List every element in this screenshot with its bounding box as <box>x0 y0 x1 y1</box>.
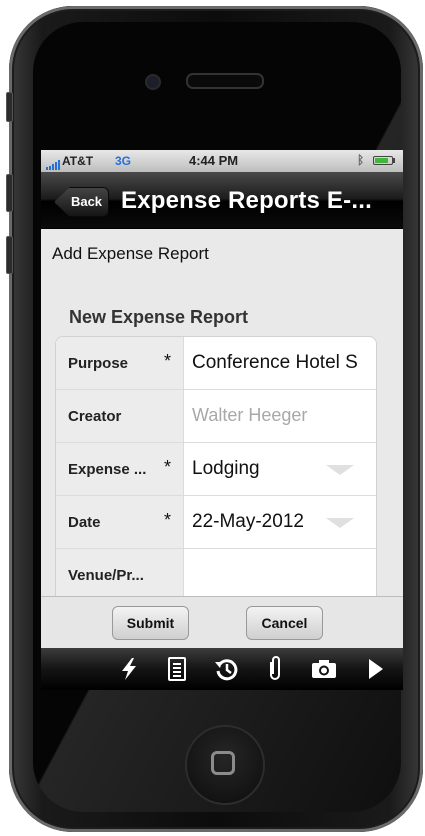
date-label-cell: Date * <box>56 496 184 548</box>
mute-switch <box>6 92 13 122</box>
home-square-icon <box>211 751 235 775</box>
creator-label-cell: Creator <box>56 390 184 442</box>
required-marker: * <box>164 510 172 530</box>
back-button[interactable]: Back <box>54 187 109 217</box>
navigation-bar: Back Expense Reports E-... <box>41 172 403 229</box>
expense-report-form: Purpose * Conference Hotel S Creator Wal… <box>55 336 377 628</box>
cancel-button[interactable]: Cancel <box>246 606 323 640</box>
venue-label-cell: Venue/Pr... <box>56 549 184 601</box>
venue-label: Venue/Pr... <box>68 567 144 584</box>
chevron-down-icon[interactable] <box>326 465 354 475</box>
creator-label: Creator <box>68 408 122 425</box>
paperclip-icon[interactable] <box>261 656 289 682</box>
carrier-name: AT&T <box>62 154 94 168</box>
page-heading: Add Expense Report <box>52 244 209 263</box>
expense-type-row[interactable]: Expense ... * Lodging <box>56 443 376 496</box>
purpose-row[interactable]: Purpose * Conference Hotel S <box>56 337 376 390</box>
home-button[interactable] <box>185 725 265 805</box>
volume-down-button <box>6 236 13 274</box>
camera-icon[interactable] <box>310 656 338 682</box>
required-marker: * <box>164 457 172 477</box>
battery-icon <box>373 156 393 165</box>
history-icon[interactable] <box>213 656 241 682</box>
earpiece-speaker <box>186 73 264 89</box>
creator-field: Walter Heeger <box>192 405 308 425</box>
section-title: New Expense Report <box>69 307 249 327</box>
action-bar: Submit Cancel <box>41 596 403 649</box>
document-icon[interactable] <box>163 656 191 682</box>
bluetooth-icon: ᛒ <box>357 153 365 167</box>
bottom-toolbar <box>41 648 403 690</box>
front-camera <box>145 74 161 90</box>
purpose-input[interactable]: Conference Hotel S <box>192 352 376 374</box>
expense-type-label: Expense ... <box>68 461 147 478</box>
venue-row[interactable]: Venue/Pr... <box>56 549 376 601</box>
required-marker: * <box>164 351 172 371</box>
play-icon[interactable] <box>361 656 389 682</box>
status-bar: AT&T 3G 4:44 PM ᛒ <box>41 150 403 172</box>
purpose-label: Purpose <box>68 355 129 372</box>
battery-tip <box>393 158 395 163</box>
date-label: Date <box>68 514 101 531</box>
purpose-label-cell: Purpose * <box>56 337 184 389</box>
lightning-icon[interactable] <box>115 656 143 682</box>
submit-button[interactable]: Submit <box>112 606 189 640</box>
date-row[interactable]: Date * 22-May-2012 <box>56 496 376 549</box>
network-type: 3G <box>115 154 132 168</box>
nav-title: Expense Reports E-... <box>121 187 372 214</box>
chevron-down-icon[interactable] <box>326 518 354 528</box>
expense-type-label-cell: Expense ... * <box>56 443 184 495</box>
volume-up-button <box>6 174 13 212</box>
creator-row: Creator Walter Heeger <box>56 390 376 443</box>
signal-strength-icon <box>46 156 61 170</box>
app-screen: AT&T 3G 4:44 PM ᛒ Back Expense Reports E… <box>41 150 403 690</box>
status-time: 4:44 PM <box>189 153 239 168</box>
